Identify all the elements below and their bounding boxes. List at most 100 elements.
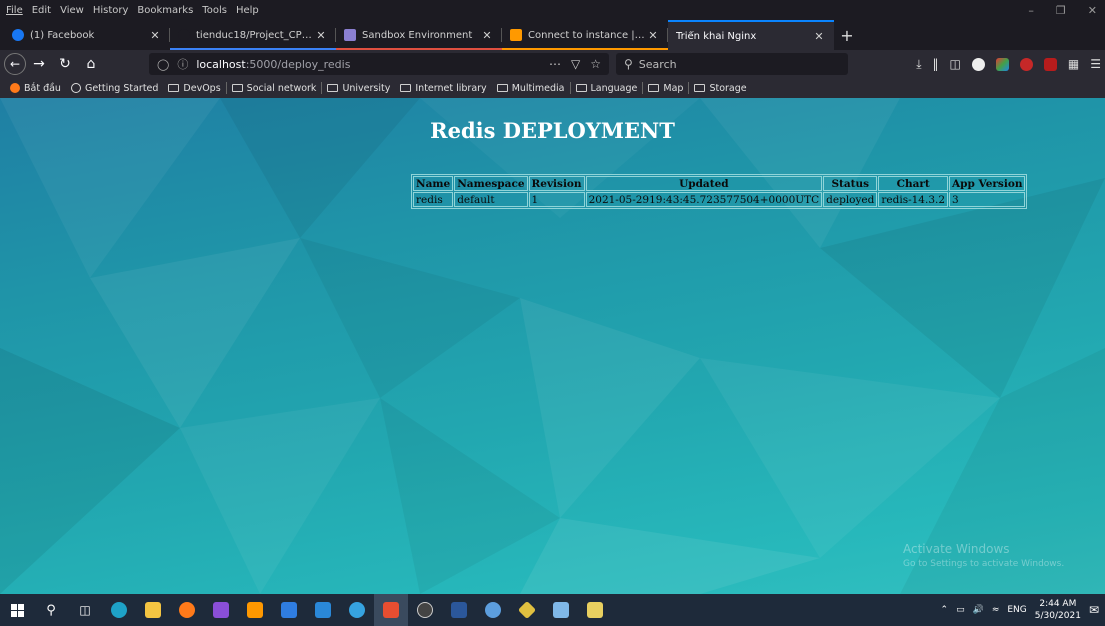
folder-icon [145,602,161,618]
extension-grid-icon[interactable]: ▦ [1068,57,1079,71]
battery-icon[interactable]: ▭ [956,605,965,615]
taskbar-store[interactable] [272,594,306,626]
taskbar-app-network[interactable] [578,594,612,626]
taskbar-app-diamond[interactable] [510,594,544,626]
folder-icon [327,84,339,92]
taskbar-firefox[interactable] [170,594,204,626]
close-tab-icon[interactable]: ✕ [314,29,328,42]
header-namespace: Namespace [454,176,528,191]
menu-view[interactable]: View [60,5,84,16]
taskbar-explorer[interactable] [136,594,170,626]
shield-icon[interactable]: ◯ [157,58,169,71]
menu-hamburger-icon[interactable]: ☰ [1090,57,1101,71]
taskbar-search-button[interactable]: ⚲ [34,594,68,626]
folder-icon [648,84,660,92]
taskbar-vscode[interactable] [204,594,238,626]
bookmark-label: Getting Started [84,82,159,94]
bookmarks-toolbar: Bắt đầu Getting Started DevOps Social ne… [0,78,1105,98]
taskbar-sublime[interactable] [238,594,272,626]
speaker-icon[interactable]: 🔊 [973,605,984,615]
taskbar-app-pen[interactable] [544,594,578,626]
close-tab-icon[interactable]: ✕ [480,29,494,42]
extension-color-icon[interactable] [995,57,1009,71]
bookmark-bat-dau[interactable]: Bắt đầu [5,83,66,94]
sidebar-icon[interactable]: ◫ [950,57,961,71]
header-revision: Revision [528,176,585,191]
close-tab-icon[interactable]: ✕ [646,29,660,42]
store-icon [281,602,297,618]
taskbar-mail[interactable] [306,594,340,626]
pocket-icon[interactable]: ▽ [571,57,580,71]
bookmark-folder-devops[interactable]: DevOps [163,83,225,94]
url-bar[interactable]: ◯ ⓘ localhost:5000/deploy_redis ⋯ ▽ ☆ [149,53,609,75]
library-icon[interactable]: ‖ [933,57,939,71]
menu-help[interactable]: Help [236,5,259,16]
forward-button[interactable]: → [26,52,52,76]
info-icon[interactable]: ⓘ [177,56,188,72]
github-icon [178,29,190,41]
menu-tools[interactable]: Tools [202,5,227,16]
bookmark-star-icon[interactable]: ☆ [590,57,601,71]
windows-taskbar: ⚲ ◫ ⌃ ▭ 🔊 ≈ ENG 2:44 AM 5/30/2021 ✉ [0,594,1105,626]
search-input[interactable] [638,57,819,71]
bookmark-folder-social[interactable]: Social network [227,83,322,94]
tab-ec2[interactable]: Connect to instance | EC2 Man ✕ [502,20,668,50]
folder-icon [231,84,243,92]
bookmark-folder-multimedia[interactable]: Multimedia [492,83,570,94]
menu-history[interactable]: History [93,5,129,16]
extension-dark-icon[interactable] [971,57,985,71]
close-tab-icon[interactable]: ✕ [148,29,162,42]
taskbar-edge[interactable] [102,594,136,626]
close-window-icon[interactable]: ✕ [1088,4,1097,17]
tab-sandbox[interactable]: Sandbox Environment ✕ [336,20,502,50]
bookmark-folder-storage[interactable]: Storage [689,83,751,94]
clock[interactable]: 2:44 AM 5/30/2021 [1035,598,1081,622]
system-tray: ⌃ ▭ 🔊 ≈ ENG 2:44 AM 5/30/2021 ✉ [941,594,1105,626]
close-tab-icon[interactable]: ✕ [812,30,826,43]
bookmark-folder-map[interactable]: Map [643,83,688,94]
tab-facebook[interactable]: (1) Facebook ✕ [4,20,170,50]
taskbar-app-blue[interactable] [476,594,510,626]
reload-button[interactable]: ↻ [52,52,78,76]
bookmark-folder-internet-library[interactable]: Internet library [395,83,491,94]
ublock-icon[interactable] [1043,57,1057,71]
git-icon [383,602,399,618]
more-actions-icon[interactable]: ⋯ [549,57,561,71]
tab-nginx[interactable]: Triển khai Nginx ✕ [668,20,834,50]
start-button[interactable] [0,594,34,626]
download-icon[interactable]: ⤓ [916,57,921,72]
search-bar[interactable]: ⚲ [616,53,848,75]
chevron-up-icon[interactable]: ⌃ [941,605,949,615]
visual-studio-icon [213,602,229,618]
bookmark-folder-language[interactable]: Language [571,83,643,94]
menu-bookmarks[interactable]: Bookmarks [137,5,193,16]
bookmark-getting-started[interactable]: Getting Started [66,83,163,94]
table-header-row: Name Namespace Revision Updated Status C… [413,176,1026,191]
menu-edit[interactable]: Edit [32,5,51,16]
back-button[interactable]: ← [4,53,26,75]
language-indicator[interactable]: ENG [1007,605,1026,615]
menu-file[interactable]: File [6,5,23,16]
taskbar-git[interactable] [374,594,408,626]
home-button[interactable]: ⌂ [78,52,104,76]
task-view-button[interactable]: ◫ [68,594,102,626]
toolbar-right: ⤓ ‖ ◫ ▦ ☰ [916,54,1101,74]
tab-github[interactable]: tienduc18/Project_CP_Kuberne ✕ [170,20,336,50]
task-view-icon: ◫ [79,603,91,617]
bookmark-label: University [342,82,391,94]
bookmark-folder-university[interactable]: University [322,83,395,94]
restore-icon[interactable]: ❐ [1056,4,1066,17]
tab-title: Connect to instance | EC2 Man [528,29,646,41]
menu-bar: File Edit View History Bookmarks Tools H… [0,0,1105,20]
taskbar-obs[interactable] [408,594,442,626]
header-status: Status [823,176,878,191]
taskbar-word[interactable] [442,594,476,626]
new-tab-button[interactable]: + [834,20,860,50]
taskbar-telegram[interactable] [340,594,374,626]
bookmark-label: Internet library [415,82,487,94]
notification-icon[interactable]: ✉ [1089,603,1099,617]
wifi-icon[interactable]: ≈ [992,605,1000,615]
windows-logo-icon [10,603,24,617]
minimize-icon[interactable]: – [1028,4,1034,17]
extension-ghost-icon[interactable] [1019,57,1033,71]
